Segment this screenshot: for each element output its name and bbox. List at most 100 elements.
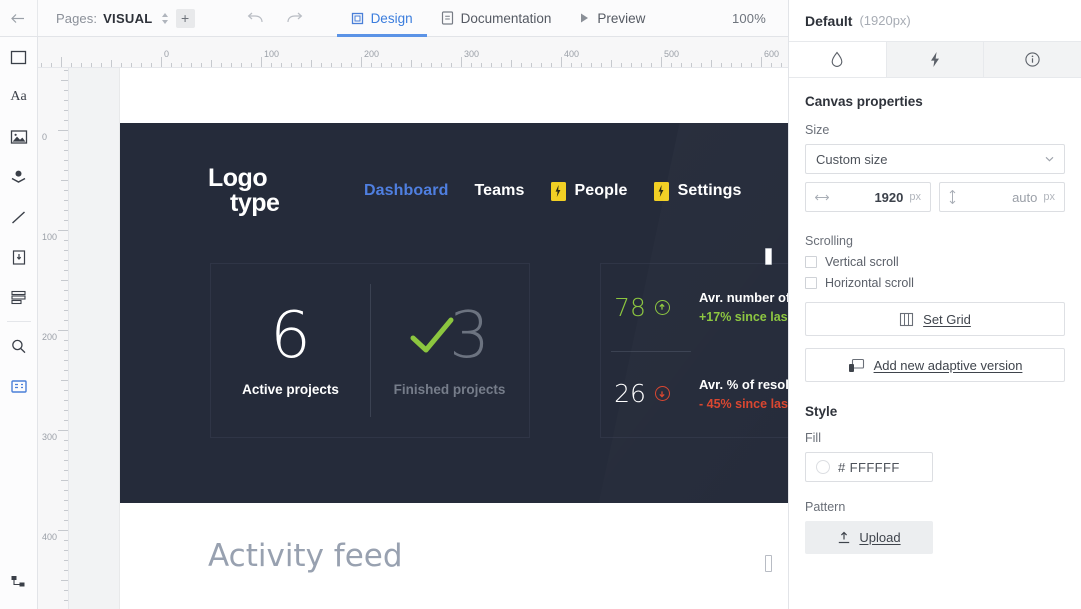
tool-widgets[interactable]: [0, 366, 38, 406]
color-swatch[interactable]: [816, 460, 830, 474]
stat-value: 3: [449, 299, 490, 373]
tool-search[interactable]: [0, 326, 38, 366]
nav-item-teams[interactable]: Teams: [474, 182, 524, 200]
tab-interactions[interactable]: [886, 42, 985, 77]
height-input[interactable]: auto px: [939, 182, 1065, 212]
back-button[interactable]: [0, 0, 38, 36]
fill-hex-value: # FFFFFF: [838, 459, 900, 475]
chevron-updown-icon[interactable]: [161, 12, 169, 25]
selection-handle[interactable]: [765, 248, 772, 265]
nav-label-dashboard: Dashboard: [364, 182, 449, 199]
tab-preview[interactable]: Preview: [565, 0, 659, 37]
nav-item-settings[interactable]: Settings: [653, 181, 742, 201]
upload-pattern-button[interactable]: Upload: [805, 521, 933, 554]
scrolling-label: Scrolling: [805, 234, 853, 248]
redo-button[interactable]: [286, 12, 303, 24]
undo-button[interactable]: [247, 12, 264, 24]
nav-item-dashboard[interactable]: Dashboard: [364, 182, 448, 200]
tab-design-label: Design: [370, 10, 413, 26]
search-icon: [12, 339, 26, 353]
mode-tabs: Design Documentation Preview: [336, 0, 660, 37]
list-icon: [10, 290, 26, 304]
tool-image[interactable]: [0, 117, 38, 157]
logo[interactable]: Logo type: [208, 166, 358, 216]
vertical-scroll-checkbox[interactable]: [805, 256, 817, 268]
horizontal-scroll-row[interactable]: Horizontal scroll: [805, 276, 1065, 290]
nav-links: Dashboard Teams People Settings: [364, 181, 742, 201]
button-icon: [12, 249, 25, 265]
rectangle-icon: [10, 50, 27, 64]
panel-header: Default (1920px): [789, 0, 1081, 41]
history-controls: [247, 12, 303, 24]
stat-label: Active projects: [242, 382, 339, 397]
stat-value: 6: [270, 299, 311, 373]
canvas-viewport[interactable]: Logo type Dashboard Teams People Setting…: [69, 68, 788, 609]
tab-style[interactable]: [789, 42, 887, 77]
nav-label-settings: Settings: [677, 182, 742, 199]
ruler-tick-label: 400: [42, 532, 58, 542]
set-grid-label: Set Grid: [923, 311, 971, 327]
droplet-icon: [831, 51, 843, 67]
horizontal-scroll-checkbox[interactable]: [805, 277, 817, 289]
sitemap-button[interactable]: [0, 561, 38, 601]
set-grid-button[interactable]: Set Grid: [805, 302, 1065, 336]
projects-stat-card[interactable]: 6 Active projects 3 Finished projects: [210, 263, 530, 438]
arrow-up-icon: [654, 299, 670, 315]
design-tool-window: Pages: VISUAL + Design Documentation Pre…: [0, 0, 1081, 609]
tab-info[interactable]: [984, 42, 1081, 77]
pages-selector[interactable]: Pages: VISUAL: [56, 11, 169, 26]
pages-value: VISUAL: [103, 10, 153, 26]
ruler-tick-label: 200: [364, 49, 380, 59]
fill-color-input[interactable]: # FFFFFF: [805, 452, 933, 482]
tool-list[interactable]: [0, 277, 38, 317]
metric-row-up: 78: [601, 264, 683, 351]
metrics-card[interactable]: 78 26 Avr. number of +17% since las Avr.…: [600, 263, 788, 438]
size-inputs-row: 1920 px auto px: [805, 182, 1065, 212]
arrow-left-icon: [11, 13, 24, 23]
add-adaptive-version-button[interactable]: Add new adaptive version: [805, 348, 1065, 382]
vertical-scroll-row[interactable]: Vertical scroll: [805, 255, 1065, 269]
size-preset-select[interactable]: Custom size: [805, 144, 1065, 174]
arrow-down-icon: [654, 386, 670, 402]
nav-item-people[interactable]: People: [550, 181, 628, 201]
tab-documentation-label: Documentation: [460, 10, 552, 26]
ruler-tick-label: 200: [42, 332, 58, 342]
panel-subtitle: (1920px): [859, 13, 911, 28]
properties-panel: Default (1920px) Canvas properties Size …: [788, 0, 1081, 609]
size-preset-value: Custom size: [816, 151, 888, 167]
width-input[interactable]: 1920 px: [805, 182, 931, 212]
design-frame-icon: [351, 12, 363, 24]
logo-line2: type: [230, 189, 280, 217]
tool-line[interactable]: [0, 197, 38, 237]
tool-button[interactable]: [0, 237, 38, 277]
tab-design[interactable]: Design: [336, 0, 427, 37]
tool-rectangle[interactable]: [0, 37, 38, 77]
ruler-tick-label: 300: [42, 432, 58, 442]
ruler-tick-label: 0: [42, 132, 48, 142]
ruler-tick-label: 100: [42, 232, 58, 242]
add-page-button[interactable]: +: [175, 8, 195, 28]
tool-layers[interactable]: [0, 157, 38, 197]
upload-icon: [839, 531, 850, 543]
hero-section[interactable]: Logo type Dashboard Teams People Setting…: [120, 123, 788, 503]
vertical-ruler[interactable]: 0 100 200 300 400: [38, 68, 69, 609]
horizontal-ruler[interactable]: 0 100 200 300 400 500 600: [38, 37, 788, 68]
text-icon: Aa: [10, 89, 27, 104]
selection-handle[interactable]: [765, 555, 772, 572]
metric-text-down: Avr. % of resol - 45% since las: [699, 351, 788, 438]
sitemap-icon: [11, 575, 24, 586]
metric-delta: +17% since las: [699, 310, 788, 325]
activity-feed-title[interactable]: Activity feed: [208, 538, 403, 574]
logo-line1: Logo: [208, 164, 268, 192]
tool-text[interactable]: Aa: [0, 77, 38, 117]
height-value: auto: [1012, 189, 1038, 205]
undo-icon: [247, 12, 263, 23]
artboard[interactable]: Logo type Dashboard Teams People Setting…: [120, 68, 788, 609]
width-unit: px: [909, 191, 921, 203]
zoom-level[interactable]: 100%: [732, 11, 766, 26]
panel-tabs: [789, 41, 1081, 78]
widgets-icon: [10, 379, 27, 393]
tab-documentation[interactable]: Documentation: [427, 0, 566, 37]
info-icon: [1025, 52, 1040, 67]
stat-label: Finished projects: [393, 382, 506, 397]
